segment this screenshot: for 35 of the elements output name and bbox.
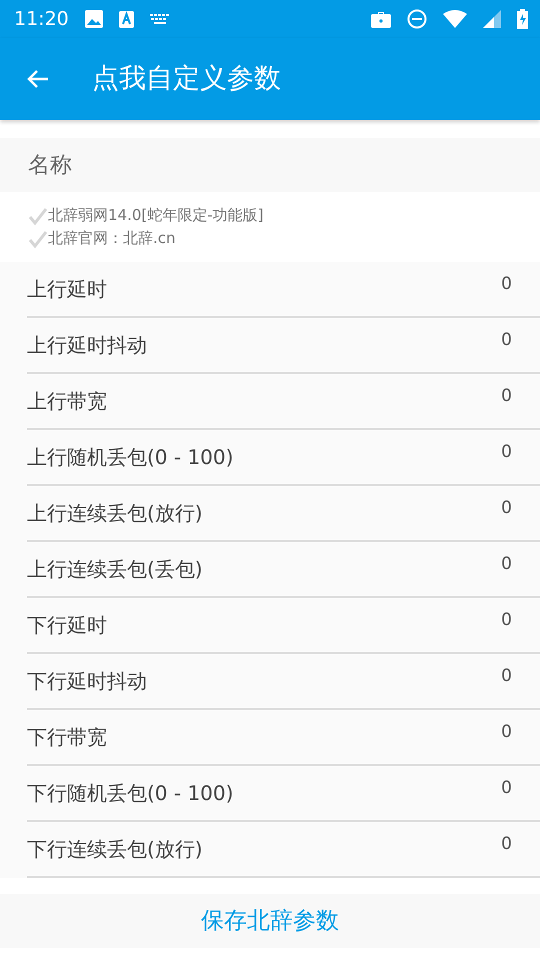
param-label[interactable]: 下行延时抖动 (27, 666, 147, 696)
status-time: 11:20 (14, 6, 69, 32)
param-value: 0 (501, 273, 512, 296)
param-label[interactable]: 上行延时 (27, 274, 107, 304)
text-icon (118, 10, 134, 28)
briefcase-icon (371, 10, 391, 28)
image-icon (84, 10, 103, 28)
wifi-icon (443, 10, 467, 28)
keyboard-icon (150, 14, 170, 24)
param-label[interactable]: 上行带宽 (27, 386, 107, 416)
param-value: 0 (501, 329, 512, 352)
param-value: 0 (501, 497, 512, 520)
param-label[interactable]: 上行延时抖动 (27, 330, 147, 360)
param-value: 0 (501, 609, 512, 632)
screen-title: 点我自定义参数 (92, 62, 281, 96)
param-label[interactable]: 上行随机丢包(0 - 100) (27, 442, 234, 472)
param-label[interactable]: 下行带宽 (27, 722, 107, 752)
do-not-disturb-icon (407, 9, 427, 29)
info-text: 北辞官网：北辞.cn (48, 228, 176, 249)
param-label[interactable]: 下行连续丢包(放行) (27, 834, 203, 864)
param-value: 0 (501, 441, 512, 464)
param-value: 0 (501, 553, 512, 576)
param-label[interactable]: 下行随机丢包(0 - 100) (27, 778, 234, 808)
name-label: 名称 (28, 152, 72, 180)
param-label[interactable]: 下行延时 (27, 610, 107, 640)
signal-icon (483, 10, 501, 28)
param-label[interactable]: 上行连续丢包(丢包) (27, 554, 203, 584)
param-value: 0 (501, 665, 512, 688)
param-value: 0 (501, 721, 512, 744)
battery-charging-icon (517, 9, 528, 29)
param-label[interactable]: 上行连续丢包(放行) (27, 498, 203, 528)
info-text: 北辞弱网14.0[蛇年限定-功能版] (48, 205, 264, 226)
param-value: 0 (501, 385, 512, 408)
param-value: 0 (501, 777, 512, 800)
param-value: 0 (501, 833, 512, 856)
